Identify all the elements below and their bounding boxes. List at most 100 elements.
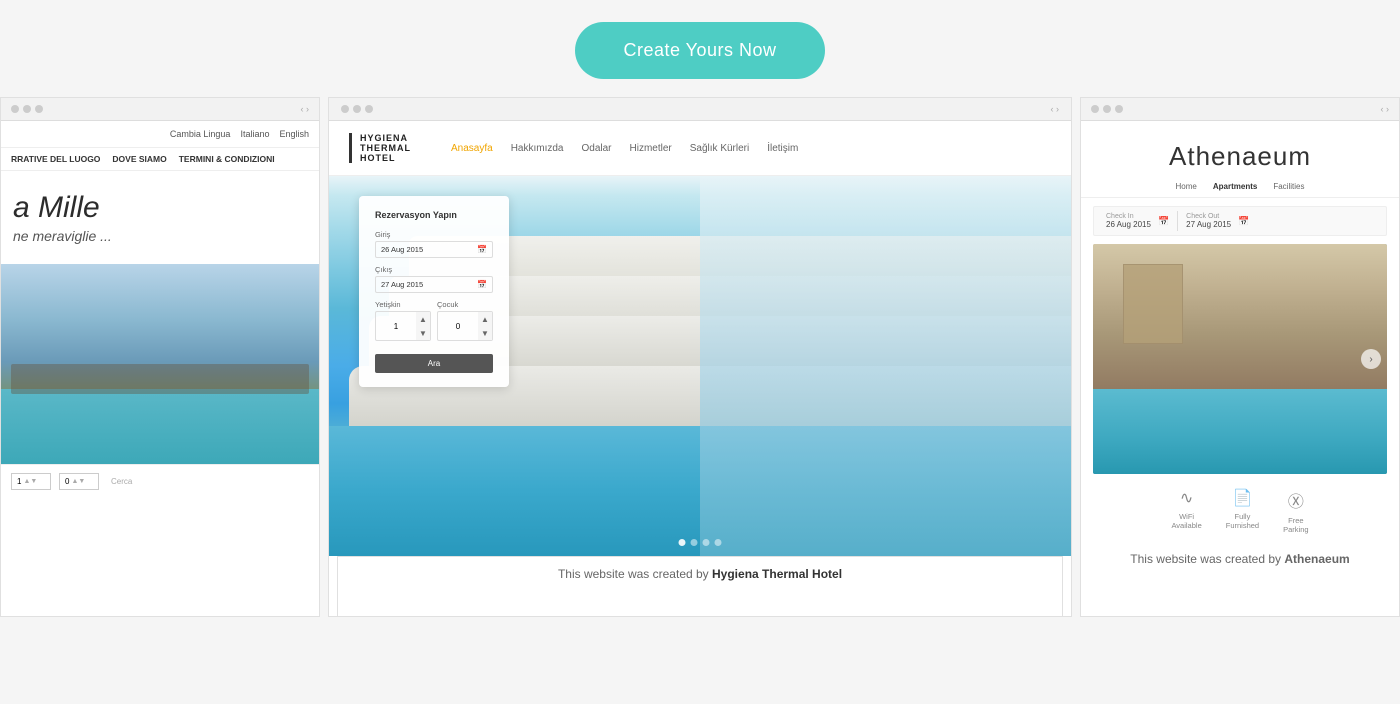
left-footer: 1▲▼ 0▲▼ Cerca: [1, 464, 319, 498]
dot-4[interactable]: [715, 539, 722, 546]
children-label: Çocuk: [437, 300, 493, 309]
checkout-value: 27 Aug 2015: [381, 280, 423, 289]
checkout-label: Çıkış: [375, 265, 493, 274]
amenities-row: ∿ WiFiAvailable 📄 FullyFurnished Ⓧ FreeP…: [1081, 474, 1399, 548]
lang-option-3[interactable]: English: [279, 129, 309, 139]
left-hero-text: a Mille ne meraviglie ...: [1, 171, 319, 264]
checkin-value: 26 Aug 2015: [381, 245, 423, 254]
right-caption: This website was created by Athenaeum: [1081, 548, 1399, 570]
divider: [1177, 211, 1178, 231]
preview-left: ‹ › Cambia Lingua Italiano English RRATI…: [0, 97, 320, 617]
reservation-card: Rezervasyon Yapın Giriş 26 Aug 2015 📅 Çı…: [359, 196, 509, 387]
athenaeum-nav: Home Apartments Facilities: [1081, 182, 1399, 198]
left-nav-item-2[interactable]: DOVE SIAMO: [112, 154, 166, 164]
center-nav-anasayfa[interactable]: Anasayfa: [451, 143, 493, 154]
browser-bar-left: ‹ ›: [1, 98, 319, 121]
search-button[interactable]: Ara: [375, 354, 493, 373]
athenaeum-title: Athenaeum: [1081, 121, 1399, 182]
center-nav-saglik[interactable]: Sağlık Kürleri: [690, 143, 749, 154]
athenaeum-nav-apartments[interactable]: Apartments: [1213, 182, 1257, 191]
left-nav-item-3[interactable]: TERMINI & CONDIZIONI: [179, 154, 275, 164]
children-stepper[interactable]: 0 ▲ ▼: [437, 311, 493, 341]
right-browser-nav: ‹ ›: [1381, 104, 1390, 114]
athenaeum-image: ›: [1093, 244, 1387, 474]
right-caption-name: Athenaeum: [1284, 552, 1349, 566]
water-reflection: [700, 176, 1071, 556]
checkout-input[interactable]: 27 Aug 2015 📅: [375, 276, 493, 293]
dot-2[interactable]: [691, 539, 698, 546]
right-checkout-label: Check Out: [1186, 213, 1231, 220]
logo-line2: THERMAL: [360, 143, 411, 153]
pool-water: [1093, 389, 1387, 474]
right-dot-1: [1091, 105, 1099, 113]
dot-1[interactable]: [679, 539, 686, 546]
center-browser-nav: ‹ ›: [1051, 104, 1060, 114]
wifi-icon: ∿: [1180, 488, 1193, 508]
browser-nav-left: ‹ ›: [301, 104, 310, 114]
left-number-input-2[interactable]: 0▲▼: [59, 473, 99, 490]
lang-option-1[interactable]: Cambia Lingua: [170, 129, 231, 139]
right-checkin-field: Check In 26 Aug 2015 📅: [1106, 213, 1169, 229]
image-nav-arrow[interactable]: ›: [1361, 349, 1381, 369]
browser-dot-1: [11, 105, 19, 113]
center-nav-hakkimizda[interactable]: Hakkımızda: [511, 143, 564, 154]
checkin-input[interactable]: 26 Aug 2015 📅: [375, 241, 493, 258]
left-nav-item-1[interactable]: RRATIVE DEL LUOGO: [11, 154, 100, 164]
left-hero-title: a Mille: [13, 191, 307, 224]
wifi-label: WiFiAvailable: [1171, 512, 1201, 530]
preview-center: ‹ › HYGIENA THERMAL HOTEL Anasayfa Hakkı…: [328, 97, 1072, 617]
right-calendar-icon-2: 📅: [1238, 216, 1249, 227]
center-caption-prefix: This website was created by: [558, 567, 709, 581]
athenaeum-nav-home[interactable]: Home: [1176, 182, 1197, 191]
checkout-group: Çıkış 27 Aug 2015 📅: [375, 265, 493, 293]
preview-right: ‹ › Athenaeum Home Apartments Facilities…: [1080, 97, 1400, 617]
pool-deck: [11, 364, 309, 394]
center-dot-1: [341, 105, 349, 113]
parking-label: FreeParking: [1283, 516, 1308, 534]
adults-increment[interactable]: ▲: [416, 312, 430, 326]
children-decrement[interactable]: ▼: [478, 326, 492, 340]
cta-section: Create Yours Now: [0, 0, 1400, 97]
center-nav-iletisim[interactable]: İletişim: [767, 143, 798, 154]
browser-dot-3: [35, 105, 43, 113]
center-caption-name: Hygiena Thermal Hotel: [712, 567, 842, 581]
left-search-label: Cerca: [111, 477, 132, 486]
building-wall: [1123, 264, 1183, 344]
adults-col: Yetişkin 1 ▲ ▼: [375, 300, 431, 341]
logo-line1: HYGIENA: [360, 133, 408, 143]
left-hero-image: [1, 264, 319, 464]
children-value: 0: [438, 322, 478, 331]
left-main-nav: RRATIVE DEL LUOGO DOVE SIAMO TERMINI & C…: [1, 148, 319, 171]
right-dot-3: [1115, 105, 1123, 113]
center-nav-odalar[interactable]: Odalar: [582, 143, 612, 154]
center-dot-3: [365, 105, 373, 113]
lang-option-2[interactable]: Italiano: [240, 129, 269, 139]
booking-row: Check In 26 Aug 2015 📅 Check Out 27 Aug …: [1093, 206, 1387, 236]
browser-dot-2: [23, 105, 31, 113]
children-increment[interactable]: ▲: [478, 312, 492, 326]
center-nav-hizmetler[interactable]: Hizmetler: [630, 143, 672, 154]
dot-3[interactable]: [703, 539, 710, 546]
left-lang-nav: Cambia Lingua Italiano English: [1, 121, 319, 148]
center-hero: Rezervasyon Yapın Giriş 26 Aug 2015 📅 Çı…: [329, 176, 1071, 556]
center-dot-2: [353, 105, 361, 113]
furnished-label: FullyFurnished: [1226, 512, 1259, 530]
pool-water: [1, 389, 319, 464]
previews-section: ‹ › Cambia Lingua Italiano English RRATI…: [0, 97, 1400, 617]
calendar-icon-2: 📅: [477, 280, 487, 289]
create-now-button[interactable]: Create Yours Now: [575, 22, 824, 79]
athenaeum-nav-facilities[interactable]: Facilities: [1273, 182, 1304, 191]
hotel-logo: HYGIENA THERMAL HOTEL: [349, 133, 411, 163]
adults-stepper[interactable]: 1 ▲ ▼: [375, 311, 431, 341]
browser-bar-right: ‹ ›: [1081, 98, 1399, 121]
checkin-group: Giriş 26 Aug 2015 📅: [375, 230, 493, 258]
adults-decrement[interactable]: ▼: [416, 326, 430, 340]
amenity-parking: Ⓧ FreeParking: [1283, 488, 1308, 534]
center-nav: Anasayfa Hakkımızda Odalar Hizmetler Sağ…: [451, 143, 798, 154]
left-number-input-1[interactable]: 1▲▼: [11, 473, 51, 490]
right-caption-prefix: This website was created by: [1130, 552, 1281, 566]
left-hero-subtitle: ne meraviglie ...: [13, 228, 307, 244]
checkin-label: Giriş: [375, 230, 493, 239]
amenity-furnished: 📄 FullyFurnished: [1226, 488, 1259, 534]
adults-value: 1: [376, 322, 416, 331]
